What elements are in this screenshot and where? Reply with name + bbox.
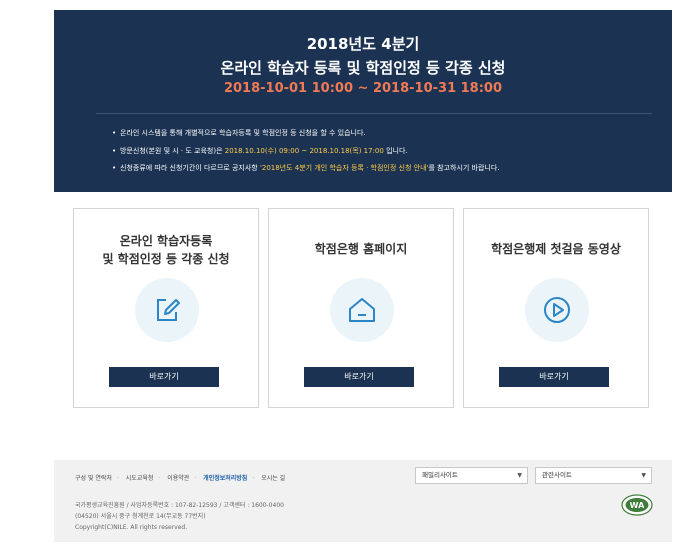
footer-link-education-office[interactable]: 시도교육청 xyxy=(126,475,154,482)
card-intro-video: 학점은행제 첫걸음 동영상 바로가기 xyxy=(463,208,649,408)
icon-circle xyxy=(525,278,589,342)
footer-info: 국가평생교육진흥원 / 사업자등록번호 : 107-82-12593 / 고객센… xyxy=(75,500,284,533)
notice-banner: 2018년도 4분기 온라인 학습자 등록 및 학점인정 등 각종 신청 201… xyxy=(54,10,672,192)
notice-title-highlight: '2018년도 4분기 개인 학습자 등록 · 학점인정 신청 안내' xyxy=(259,164,429,172)
icon-circle xyxy=(330,278,394,342)
family-site-select[interactable]: 패밀리사이트 ▼ xyxy=(415,467,528,484)
chevron-down-icon: ▼ xyxy=(517,472,522,479)
card-title-line1: 온라인 학습자등록 xyxy=(119,234,213,248)
footer-link-directions[interactable]: 오시는 길 xyxy=(261,475,285,482)
card-credit-bank-homepage: 학점은행 홈페이지 바로가기 xyxy=(268,208,454,408)
banner-note-1: 온라인 시스템을 통해 개별적으로 학습자등록 및 학점인정 등 신청을 할 수… xyxy=(112,127,500,139)
card-title: 학점은행제 첫걸음 동영상 xyxy=(491,242,621,256)
footer-link-privacy[interactable]: 개인정보처리방침 xyxy=(203,475,247,482)
banner-date-range: 2018-10-01 10:00 ~ 2018-10-31 18:00 xyxy=(223,81,503,96)
svg-text:WA: WA xyxy=(630,501,645,510)
banner-note-3: 신청종류에 따라 신청기간이 다르므로 공지사항 '2018년도 4분기 개인 … xyxy=(112,162,500,174)
pencil-edit-icon xyxy=(157,299,180,321)
play-icon xyxy=(544,297,570,323)
footer-address: (04520) 서울시 중구 청계천로 14(무교동 77번지) xyxy=(75,513,206,520)
footer-copyright: Copyright(C)NILE. All rights reserved. xyxy=(75,524,188,531)
go-button-intro-video[interactable]: 바로가기 xyxy=(499,367,609,387)
card-title-line2: 및 학점인정 등 각종 신청 xyxy=(102,252,230,266)
banner-title-line2: 온라인 학습자 등록 및 학점인정 등 각종 신청 xyxy=(220,59,506,77)
go-button-credit-bank-homepage[interactable]: 바로가기 xyxy=(304,367,414,387)
footer: 구성 및 연락처 · 시도교육청 · 이용약관 · 개인정보처리방침 · 오시는 길 패… xyxy=(54,460,672,542)
go-button-online-registration[interactable]: 바로가기 xyxy=(109,367,219,387)
visit-period-highlight: 2018.10.10(수) 09:00 ~ 2018.10.18(목) 17:0… xyxy=(224,146,384,155)
footer-links: 구성 및 연락처 · 시도교육청 · 이용약관 · 개인정보처리방침 · 오시는 길 xyxy=(75,475,286,482)
chevron-down-icon: ▼ xyxy=(641,472,646,479)
banner-title-line1: 2018년도 4분기 xyxy=(306,35,420,53)
card-title: 학점은행 홈페이지 xyxy=(314,242,408,256)
banner-divider xyxy=(96,113,652,114)
related-site-select[interactable]: 관련사이트 ▼ xyxy=(535,467,652,484)
card-online-registration: 온라인 학습자등록 및 학점인정 등 각종 신청 바로가기 xyxy=(73,208,259,408)
footer-link-terms[interactable]: 이용약관 xyxy=(167,475,189,482)
icon-circle xyxy=(135,278,199,342)
footer-company-info: 국가평생교육진흥원 / 사업자등록번호 : 107-82-12593 / 고객센… xyxy=(75,502,284,509)
web-accessibility-certification-logo: WA xyxy=(621,494,653,516)
banner-note-2: 방문신청(본원 및 시 · 도 교육청)은 2018.10.10(수) 09:0… xyxy=(112,145,500,157)
home-icon xyxy=(349,298,375,322)
footer-link-organization[interactable]: 구성 및 연락처 xyxy=(75,475,112,482)
banner-notes: 온라인 시스템을 통해 개별적으로 학습자등록 및 학점인정 등 신청을 할 수… xyxy=(112,127,500,180)
